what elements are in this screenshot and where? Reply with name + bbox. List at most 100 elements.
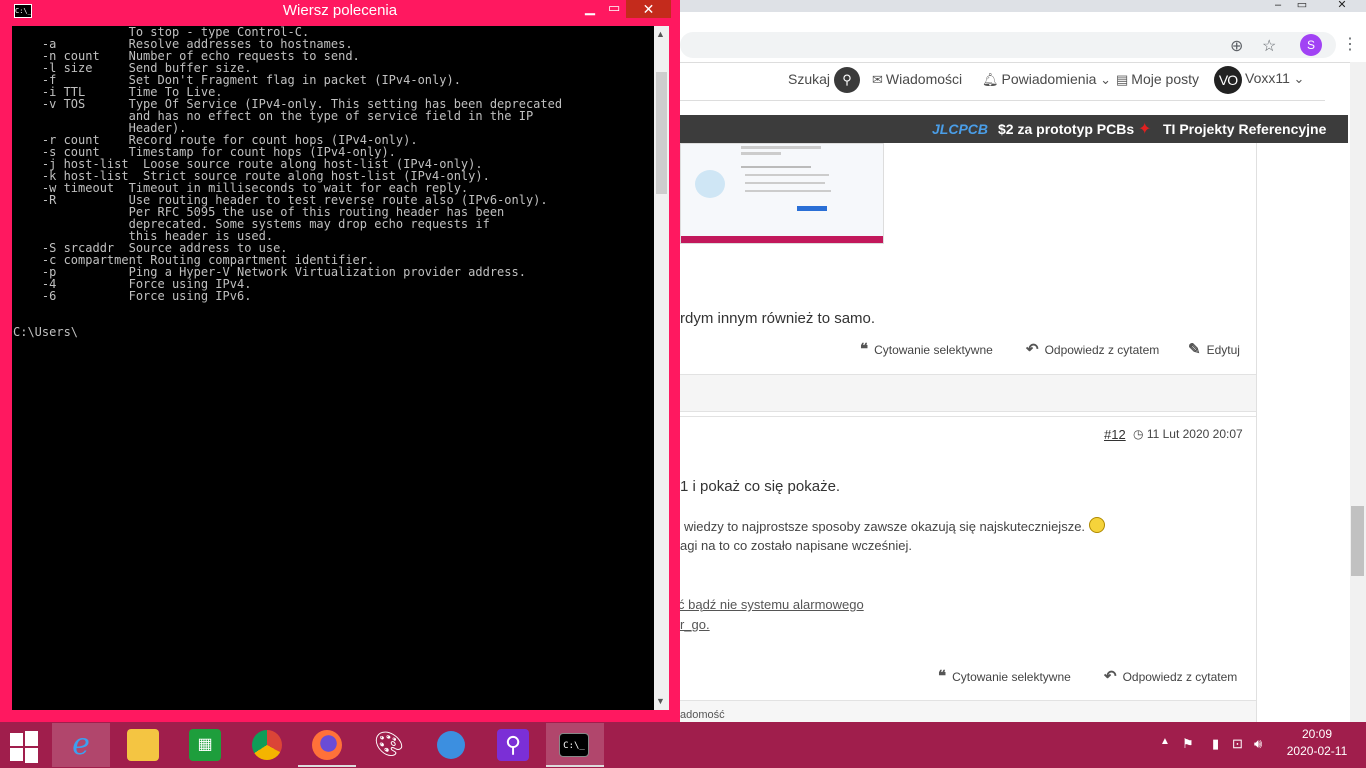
taskbar-store[interactable]: ▦ bbox=[176, 723, 234, 767]
nav-notifications-link[interactable]: 🔔︎ Powiadomienia ⌄ bbox=[982, 71, 1114, 88]
taskbar-internet-explorer[interactable]: e bbox=[52, 723, 110, 767]
nav-search-link[interactable]: Szukaj bbox=[788, 71, 830, 87]
post-text: 1 i pokaż co się pokaże. bbox=[680, 478, 841, 495]
post-date: ◷ 11 Lut 2020 20:07 bbox=[1133, 427, 1243, 441]
nav-messages-label: Wiadomości bbox=[885, 71, 963, 87]
cmd-window: C:\_ Wiersz polecenia ▁ ▭ ✕ To stop - ty… bbox=[0, 0, 680, 722]
store-icon: ▦ bbox=[189, 729, 221, 761]
quote-icon: ❝ bbox=[860, 341, 869, 358]
reply-quote-button[interactable]: ↶ Odpowiedz z cytatem bbox=[1026, 340, 1159, 358]
taskbar: e ▦ 🎨︎ ⚲ C:\_ ▲ ⚑ ▮ ⊡ 🔊︎ 20:09 2020-02-1… bbox=[0, 722, 1366, 768]
volume-icon[interactable]: 🔊︎ bbox=[1254, 736, 1262, 752]
battery-icon[interactable]: ▮ bbox=[1212, 736, 1219, 752]
edit-button[interactable]: ✎ Edytuj bbox=[1188, 340, 1240, 358]
console-output[interactable]: To stop - type Control-C. -a Resolve add… bbox=[12, 26, 654, 710]
document-icon: ▤ bbox=[1116, 72, 1129, 87]
chrome-icon bbox=[252, 730, 282, 760]
quote-selective-button[interactable]: ❝ Cytowanie selektywne bbox=[860, 340, 993, 358]
user-avatar[interactable]: VO bbox=[1214, 66, 1242, 94]
nav-notifications-label: Powiadomienia bbox=[1001, 71, 1097, 87]
maximize-button[interactable]: ▭ bbox=[608, 0, 620, 16]
taskbar-search-app[interactable]: ⚲ bbox=[484, 723, 542, 767]
scroll-up-icon[interactable]: ▲ bbox=[656, 29, 665, 39]
chevron-down-icon: ⌄ bbox=[1289, 71, 1305, 86]
edit-label: Edytuj bbox=[1206, 343, 1240, 357]
browser-maximize-button[interactable]: ▭ bbox=[1290, 0, 1314, 12]
console-line: -6 Force using IPv6. bbox=[13, 289, 252, 303]
ti-ad-text[interactable]: TI Projekty Referencyjne bbox=[1163, 121, 1326, 137]
profile-avatar[interactable]: S bbox=[1300, 34, 1322, 56]
search-icon[interactable]: ⚲ bbox=[834, 67, 860, 93]
clock-time[interactable]: 20:09 bbox=[1282, 727, 1352, 741]
close-button[interactable]: ✕ bbox=[626, 0, 671, 18]
paint-palette-icon: 🎨︎ bbox=[373, 731, 405, 758]
chevron-down-icon: ⌄ bbox=[1096, 72, 1111, 87]
ad-banner[interactable]: JLCPCB $2 za prototyp PCBs ✦ TI Projekty… bbox=[680, 115, 1348, 143]
post-date-text: 11 Lut 2020 20:07 bbox=[1146, 427, 1243, 441]
firefox-icon bbox=[312, 730, 342, 760]
console-scrollbar-thumb[interactable] bbox=[656, 72, 667, 194]
quote-selective-label: Cytowanie selektywne bbox=[952, 670, 1071, 684]
nav-messages-link[interactable]: ✉ Wiadomości bbox=[872, 71, 962, 88]
taskbar-firefox[interactable] bbox=[298, 723, 356, 767]
post-text-line: wiedzy to najprostsze sposoby zawsze oka… bbox=[684, 519, 1086, 534]
reply-icon: ↶ bbox=[1104, 668, 1117, 685]
reply-hint: adomość bbox=[680, 709, 725, 721]
start-button[interactable] bbox=[8, 730, 38, 763]
bookmark-star-icon[interactable]: ☆ bbox=[1262, 36, 1276, 56]
reply-icon: ↶ bbox=[1026, 341, 1039, 358]
search-icon: ⚲ bbox=[497, 729, 529, 761]
folder-icon bbox=[127, 729, 159, 761]
reply-quote-label: Odpowiedz z cytatem bbox=[1044, 343, 1160, 357]
jlcpcb-ad-text[interactable]: $2 za prototyp PCBs bbox=[998, 121, 1134, 137]
cmd-icon: C:\_ bbox=[559, 733, 589, 757]
chevron-up-icon[interactable]: ▲ bbox=[1160, 736, 1170, 747]
pencil-icon: ✎ bbox=[1188, 341, 1201, 358]
internet-explorer-icon: e bbox=[72, 727, 90, 762]
taskbar-cmd[interactable]: C:\_ bbox=[546, 723, 604, 767]
post-screenshot-image[interactable] bbox=[680, 143, 884, 244]
post-text: rdym innym również to samo. bbox=[680, 310, 876, 327]
taskbar-file-explorer[interactable] bbox=[114, 723, 172, 767]
post-number-link[interactable]: #12 bbox=[1104, 427, 1126, 442]
jlcpcb-logo[interactable]: JLCPCB bbox=[932, 121, 988, 137]
taskbar-paint[interactable]: 🎨︎ bbox=[360, 723, 418, 767]
magnifier-icon bbox=[437, 731, 465, 759]
nav-my-posts-link[interactable]: ▤ Moje posty bbox=[1116, 71, 1199, 88]
taskbar-chrome[interactable] bbox=[238, 723, 296, 767]
nav-divider bbox=[680, 100, 1325, 101]
taskbar-magnifier[interactable] bbox=[422, 723, 480, 767]
minimize-button[interactable]: ▁ bbox=[585, 0, 595, 16]
nav-user-menu[interactable]: Voxx11 ⌄ bbox=[1245, 70, 1307, 87]
quote-selective-label: Cytowanie selektywne bbox=[874, 343, 993, 357]
flag-icon[interactable]: ⚑ bbox=[1182, 736, 1194, 752]
ti-logo-icon: ✦ bbox=[1138, 121, 1152, 138]
quote-icon: ❝ bbox=[938, 668, 947, 685]
page-scrollbar[interactable] bbox=[1350, 62, 1366, 722]
reply-quote-label: Odpowiedz z cytatem bbox=[1122, 670, 1238, 684]
smiley-icon bbox=[1088, 517, 1105, 533]
nav-my-posts-label: Moje posty bbox=[1131, 71, 1199, 87]
envelope-icon: ✉ bbox=[872, 72, 883, 87]
post-text: agi na to co zostało napisane wcześniej. bbox=[680, 538, 912, 553]
network-icon[interactable]: ⊡ bbox=[1232, 736, 1243, 752]
browser-close-button[interactable]: ✕ bbox=[1330, 0, 1354, 12]
quote-selective-button[interactable]: ❝ Cytowanie selektywne bbox=[938, 667, 1071, 685]
post-text: wiedzy to najprostsze sposoby zawsze oka… bbox=[684, 517, 1105, 534]
signature-link[interactable]: ć bądź nie systemu alarmowego bbox=[678, 597, 864, 612]
nav-username: Voxx11 bbox=[1245, 70, 1290, 86]
reply-area: adomość bbox=[680, 700, 1256, 723]
zoom-icon[interactable]: ⊕ bbox=[1230, 36, 1243, 56]
console-text: To stop - type Control-C. -a Resolve add… bbox=[12, 26, 654, 338]
browser-menu-icon[interactable]: ⋮ bbox=[1342, 34, 1358, 54]
cmd-window-title: Wiersz polecenia bbox=[282, 2, 398, 19]
signature-link[interactable]: r_go. bbox=[680, 617, 710, 632]
reply-quote-button[interactable]: ↶ Odpowiedz z cytatem bbox=[1104, 667, 1237, 685]
scroll-down-icon[interactable]: ▼ bbox=[656, 696, 665, 706]
page-scrollbar-thumb[interactable] bbox=[1351, 506, 1364, 576]
clock-date[interactable]: 2020-02-11 bbox=[1282, 744, 1352, 758]
browser-minimize-button[interactable]: – bbox=[1266, 0, 1290, 12]
cmd-titlebar[interactable]: C:\_ Wiersz polecenia ▁ ▭ ✕ bbox=[0, 0, 680, 20]
